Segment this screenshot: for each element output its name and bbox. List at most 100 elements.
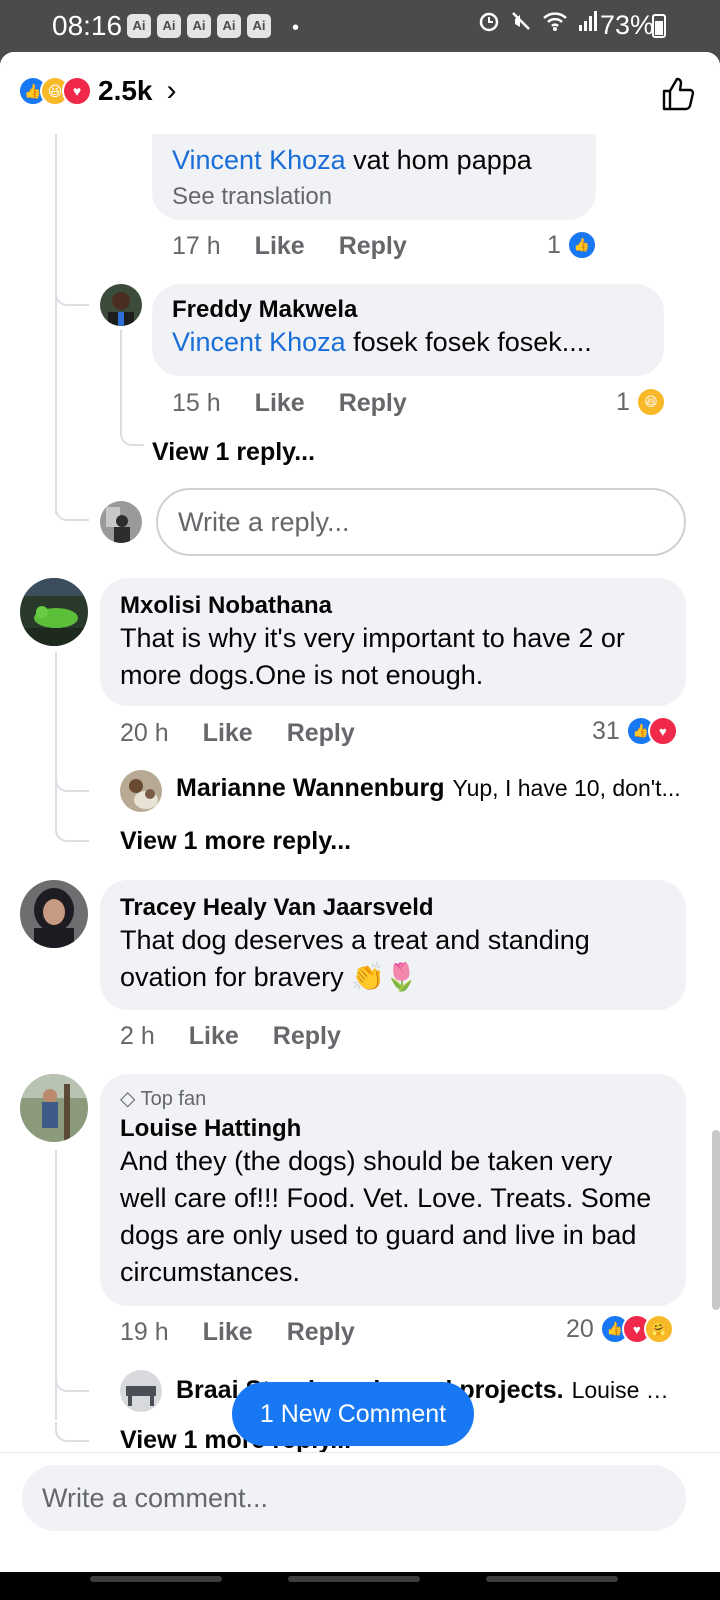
reaction-count[interactable]: 1 👍: [547, 230, 597, 260]
reply-snippet: Yup, I have 10, don't...: [452, 775, 681, 801]
ai-badge-icon: Ai: [157, 14, 181, 38]
thread-connector: [55, 286, 89, 306]
reply-preview[interactable]: Marianne Wannenburg Yup, I have 10, don'…: [176, 774, 686, 803]
comment-author[interactable]: Tracey Healy Van Jaarsveld: [120, 894, 666, 922]
ai-badge-icon: Ai: [127, 14, 151, 38]
new-comment-button[interactable]: 1 New Comment: [232, 1382, 474, 1446]
reply-link[interactable]: Reply: [287, 1318, 355, 1347]
status-bar: 08:16 Ai Ai Ai Ai Ai • 73%: [0, 0, 720, 52]
like-reaction-icon: 👍: [566, 230, 597, 260]
like-link[interactable]: Like: [203, 719, 253, 748]
system-icons: [478, 10, 598, 32]
reaction-count[interactable]: 1 😆: [616, 387, 666, 417]
comment-text: That is why it's very important to have …: [120, 623, 625, 690]
thread-connector: [55, 772, 89, 792]
comment-bubble[interactable]: ◇ Top fan Louise Hattingh And they (the …: [100, 1074, 686, 1306]
ai-badge-icon: Ai: [247, 14, 271, 38]
nav-gesture-handle[interactable]: [288, 1576, 420, 1582]
like-link[interactable]: Like: [189, 1022, 239, 1051]
diamond-icon: ◇: [120, 1088, 136, 1110]
comment-author[interactable]: Mxolisi Nobathana: [120, 592, 666, 620]
thread-connector: [55, 1422, 89, 1442]
reply-time: 17 h: [172, 232, 221, 260]
haha-reaction-icon: 😆: [635, 387, 666, 417]
avatar[interactable]: [20, 578, 88, 646]
mute-icon: [512, 12, 530, 30]
comment-bubble[interactable]: Tracey Healy Van Jaarsveld That dog dese…: [100, 880, 686, 1010]
avatar: [100, 501, 142, 543]
like-link[interactable]: Like: [203, 1318, 253, 1347]
reply-author: Marianne Wannenburg: [176, 774, 445, 802]
avatar[interactable]: [20, 880, 88, 948]
thread-line: [55, 652, 57, 822]
signal-icon: [579, 11, 597, 31]
comment-bubble[interactable]: Mxolisi Nobathana That is why it's very …: [100, 578, 686, 706]
comment-meta: 2 h Like Reply: [120, 1022, 341, 1051]
reaction-count[interactable]: 31 👍 ♥: [592, 716, 678, 746]
reply-author[interactable]: Freddy Makwela: [172, 296, 644, 324]
thread-connector: [55, 501, 89, 521]
alarm-icon: [479, 12, 499, 32]
comment-time: 19 h: [120, 1318, 169, 1346]
chevron-right-icon: ›: [166, 74, 177, 107]
reply-bubble[interactable]: Freddy Makwela Vincent Khoza fosek fosek…: [152, 284, 664, 376]
comment-text: And they (the dogs) should be taken very…: [120, 1146, 652, 1287]
avatar[interactable]: [100, 284, 142, 326]
battery-percent: 73%: [600, 10, 655, 40]
like-link[interactable]: Like: [255, 389, 305, 418]
top-fan-badge: ◇ Top fan: [120, 1088, 207, 1110]
reply-text: Vincent Khoza vat hom pappa: [172, 145, 532, 175]
view-more-replies-link[interactable]: View 1 more reply...: [120, 827, 351, 856]
reaction-total: 2.5k: [98, 75, 153, 106]
love-reaction-icon: ♥: [62, 76, 92, 106]
reactions-summary[interactable]: 👍 😆 ♥ 2.5k ›: [18, 74, 177, 108]
mention-link[interactable]: Vincent Khoza: [172, 145, 346, 175]
see-translation-link[interactable]: See translation: [172, 183, 576, 211]
comment-composer-bar: Write a comment...: [0, 1452, 720, 1572]
reply-meta: 15 h Like Reply: [172, 389, 407, 418]
care-reaction-icon: 🤗: [643, 1314, 674, 1344]
love-reaction-icon: ♥: [647, 716, 678, 746]
notification-dot: •: [292, 17, 300, 39]
comment-meta: 19 h Like Reply: [120, 1318, 355, 1347]
nav-gesture-handle[interactable]: [90, 1576, 222, 1582]
reply-bubble[interactable]: Vincent Khoza vat hom pappa See translat…: [152, 122, 596, 220]
comments-sheet: 👍 😆 ♥ 2.5k › Vincent Khoza vat hom pappa…: [0, 52, 720, 1572]
reaction-count[interactable]: 20 👍 ♥ 🤗: [566, 1314, 674, 1344]
avatar[interactable]: [20, 1074, 88, 1142]
reply-link[interactable]: Reply: [287, 719, 355, 748]
thread-connector: [55, 1372, 89, 1392]
thread-connector: [55, 822, 89, 842]
reply-input[interactable]: Write a reply...: [156, 488, 686, 556]
mention-link[interactable]: Vincent Khoza: [172, 327, 346, 357]
reply-link[interactable]: Reply: [339, 232, 407, 261]
like-link[interactable]: Like: [255, 232, 305, 261]
reply-meta: 17 h Like Reply: [172, 232, 407, 261]
wifi-icon: [543, 12, 567, 31]
comment-input[interactable]: Write a comment...: [22, 1465, 686, 1531]
reply-time: 15 h: [172, 389, 221, 417]
ai-notification-icons: Ai Ai Ai Ai Ai: [127, 14, 271, 38]
reply-text: Vincent Khoza fosek fosek fosek....: [172, 327, 592, 357]
thread-line: [55, 134, 57, 514]
comment-time: 20 h: [120, 719, 169, 747]
scrollbar[interactable]: [712, 1130, 720, 1310]
thread-line: [120, 330, 122, 426]
comment-author[interactable]: Louise Hattingh: [120, 1115, 666, 1143]
view-replies-link[interactable]: View 1 reply...: [152, 438, 315, 467]
comment-time: 2 h: [120, 1022, 155, 1050]
nav-gesture-handle[interactable]: [486, 1576, 618, 1582]
comment-text: That dog deserves a treat and standing o…: [120, 925, 590, 992]
thread-connector: [120, 426, 144, 446]
ai-badge-icon: Ai: [187, 14, 211, 38]
like-post-button[interactable]: [658, 74, 698, 114]
reply-link[interactable]: Reply: [339, 389, 407, 418]
reply-link[interactable]: Reply: [273, 1022, 341, 1051]
avatar[interactable]: [120, 770, 162, 812]
battery-icon: [652, 14, 666, 38]
comment-meta: 20 h Like Reply: [120, 719, 355, 748]
avatar[interactable]: [120, 1370, 162, 1412]
sheet-header: 👍 😆 ♥ 2.5k ›: [0, 52, 720, 134]
status-time: 08:16: [52, 10, 123, 41]
ai-badge-icon: Ai: [217, 14, 241, 38]
